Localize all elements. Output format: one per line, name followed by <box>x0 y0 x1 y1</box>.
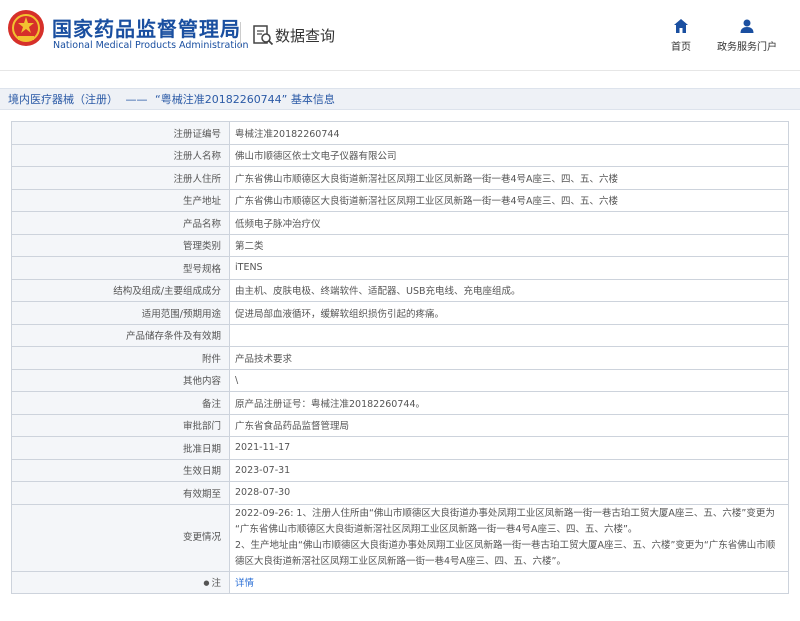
field-label: 审批部门 <box>11 413 230 437</box>
table-row: 注册证编号 粤械注准20182260744 <box>11 121 789 145</box>
divider <box>240 22 241 48</box>
field-value <box>229 323 789 347</box>
breadcrumb-separator: —— <box>125 93 148 106</box>
site-subtitle: National Medical Products Administration <box>53 40 249 51</box>
nav-service-portal[interactable]: 政务服务门户 <box>716 18 778 53</box>
table-row: 注册人住所 广东省佛山市顺德区大良街道新滘社区凤翔工业区凤新路一街一巷4号A座三、… <box>11 166 789 190</box>
field-label: 有效期至 <box>11 481 230 505</box>
field-label: 结构及组成/主要组成成分 <box>11 278 230 302</box>
detail-table: 注册证编号 粤械注准20182260744 注册人名称 佛山市顺德区依士文电子仪器有限… <box>11 121 789 594</box>
change-history-line: “广东省佛山市顺德区大良街道新滘社区凤翔工业区凤新路一街一巷4号A座三、四、五、… <box>235 523 638 535</box>
table-row: 附件 产品技术要求 <box>11 346 789 370</box>
field-value: 产品技术要求 <box>229 346 789 370</box>
national-emblem-icon <box>8 10 44 46</box>
field-label: 注册人名称 <box>11 143 230 167</box>
table-row: 型号规格 iTENS <box>11 256 789 280</box>
user-icon <box>740 19 754 33</box>
table-row: 产品名称 低频电子脉冲治疗仪 <box>11 211 789 235</box>
field-value: 广东省佛山市顺德区大良街道新滘社区凤翔工业区凤新路一街一巷4号A座三、四、五、六… <box>229 188 789 212</box>
field-value: 低频电子脉冲治疗仪 <box>229 211 789 235</box>
page-section-title: 数据查询 <box>275 27 336 45</box>
note-value: 详情 <box>229 570 789 594</box>
field-value: 2028-07-30 <box>229 481 789 505</box>
field-value: 由主机、皮肤电极、终端软件、适配器、USB充电线、充电座组成。 <box>229 278 789 302</box>
field-value: 粤械注准20182260744 <box>229 121 789 145</box>
table-row: 其他内容 \ <box>11 368 789 392</box>
info-icon: ● <box>203 579 210 588</box>
field-label: 备注 <box>11 391 230 415</box>
field-value: iTENS <box>229 256 789 280</box>
table-row: 管理类别 第二类 <box>11 233 789 257</box>
field-label: 附件 <box>11 346 230 370</box>
table-row: 备注 原产品注册证号：粤械注准20182260744。 <box>11 391 789 415</box>
table-row: 产品储存条件及有效期 <box>11 323 789 347</box>
change-history-line: 2、生产地址由“佛山市顺德区大良街道办事处凤翔工业区凤新路一街一巷古珀工贸大厦A… <box>235 539 776 551</box>
field-label: 产品储存条件及有效期 <box>11 323 230 347</box>
nav-home-label: 首页 <box>671 42 691 53</box>
table-row: 批准日期 2021-11-17 <box>11 436 789 460</box>
table-row-change-history: 变更情况 2022-09-26: 1、注册人住所由“佛山市顺德区大良街道办事处凤翔… <box>11 503 789 572</box>
field-value: 原产品注册证号：粤械注准20182260744。 <box>229 391 789 415</box>
breadcrumb-current: “粤械注准20182260744” 基本信息 <box>155 93 335 106</box>
field-value: 促进局部血液循环，缓解软组织损伤引起的疼痛。 <box>229 301 789 325</box>
details-link[interactable]: 详情 <box>235 578 254 589</box>
field-label: 注册证编号 <box>11 121 230 145</box>
field-label: 型号规格 <box>11 256 230 280</box>
field-label: 生效日期 <box>11 458 230 482</box>
change-history-value: 2022-09-26: 1、注册人住所由“佛山市顺德区大良街道办事处凤翔工业区凤… <box>229 503 789 572</box>
field-value: 2023-07-31 <box>229 458 789 482</box>
table-row: 有效期至 2028-07-30 <box>11 481 789 505</box>
table-row: 注册人名称 佛山市顺德区依士文电子仪器有限公司 <box>11 143 789 167</box>
field-label: 批准日期 <box>11 436 230 460</box>
field-label: 产品名称 <box>11 211 230 235</box>
field-label: 适用范围/预期用途 <box>11 301 230 325</box>
table-row: 结构及组成/主要组成成分 由主机、皮肤电极、终端软件、适配器、USB充电线、充电座… <box>11 278 789 302</box>
breadcrumb-section-link[interactable]: 境内医疗器械（注册） <box>8 93 118 106</box>
detail-table-body: 注册证编号 粤械注准20182260744 注册人名称 佛山市顺德区依士文电子仪器有限… <box>11 121 789 594</box>
table-row: 生产地址 广东省佛山市顺德区大良街道新滘社区凤翔工业区凤新路一街一巷4号A座三、四… <box>11 188 789 212</box>
nav-home[interactable]: 首页 <box>666 18 696 53</box>
table-row-note: ● 注详情 <box>11 570 789 594</box>
table-row: 审批部门 广东省食品药品监督管理局 <box>11 413 789 437</box>
field-value: 佛山市顺德区依士文电子仪器有限公司 <box>229 143 789 167</box>
document-search-icon <box>253 25 274 46</box>
field-label: 注册人住所 <box>11 166 230 190</box>
field-label: ● 注 <box>11 570 230 594</box>
change-history-line: 2022-09-26: 1、注册人住所由“佛山市顺德区大良街道办事处凤翔工业区凤… <box>235 507 775 519</box>
field-label: 管理类别 <box>11 233 230 257</box>
home-icon <box>674 19 688 33</box>
nav-portal-label: 政务服务门户 <box>717 42 777 53</box>
field-value: 2021-11-17 <box>229 436 789 460</box>
field-label: 生产地址 <box>11 188 230 212</box>
field-value: 广东省佛山市顺德区大良街道新滘社区凤翔工业区凤新路一街一巷4号A座三、四、五、六… <box>229 166 789 190</box>
field-label: 变更情况 <box>11 503 230 572</box>
field-value: 广东省食品药品监督管理局 <box>229 413 789 437</box>
table-row: 生效日期 2023-07-31 <box>11 458 789 482</box>
note-label: 注 <box>211 578 221 590</box>
field-value: 第二类 <box>229 233 789 257</box>
field-label: 其他内容 <box>11 368 230 392</box>
site-header: 国家药品监督管理局 National Medical Products Admi… <box>0 0 800 71</box>
change-history-line: 德区大良街道新滘社区凤翔工业区凤新路一街一巷4号A座三、四、五、六楼”。 <box>235 555 566 567</box>
table-row: 适用范围/预期用途 促进局部血液循环，缓解软组织损伤引起的疼痛。 <box>11 301 789 325</box>
site-title: 国家药品监督管理局 <box>52 17 241 41</box>
field-value: \ <box>229 368 789 392</box>
breadcrumb: 境内医疗器械（注册） —— “粤械注准20182260744” 基本信息 <box>0 88 800 110</box>
